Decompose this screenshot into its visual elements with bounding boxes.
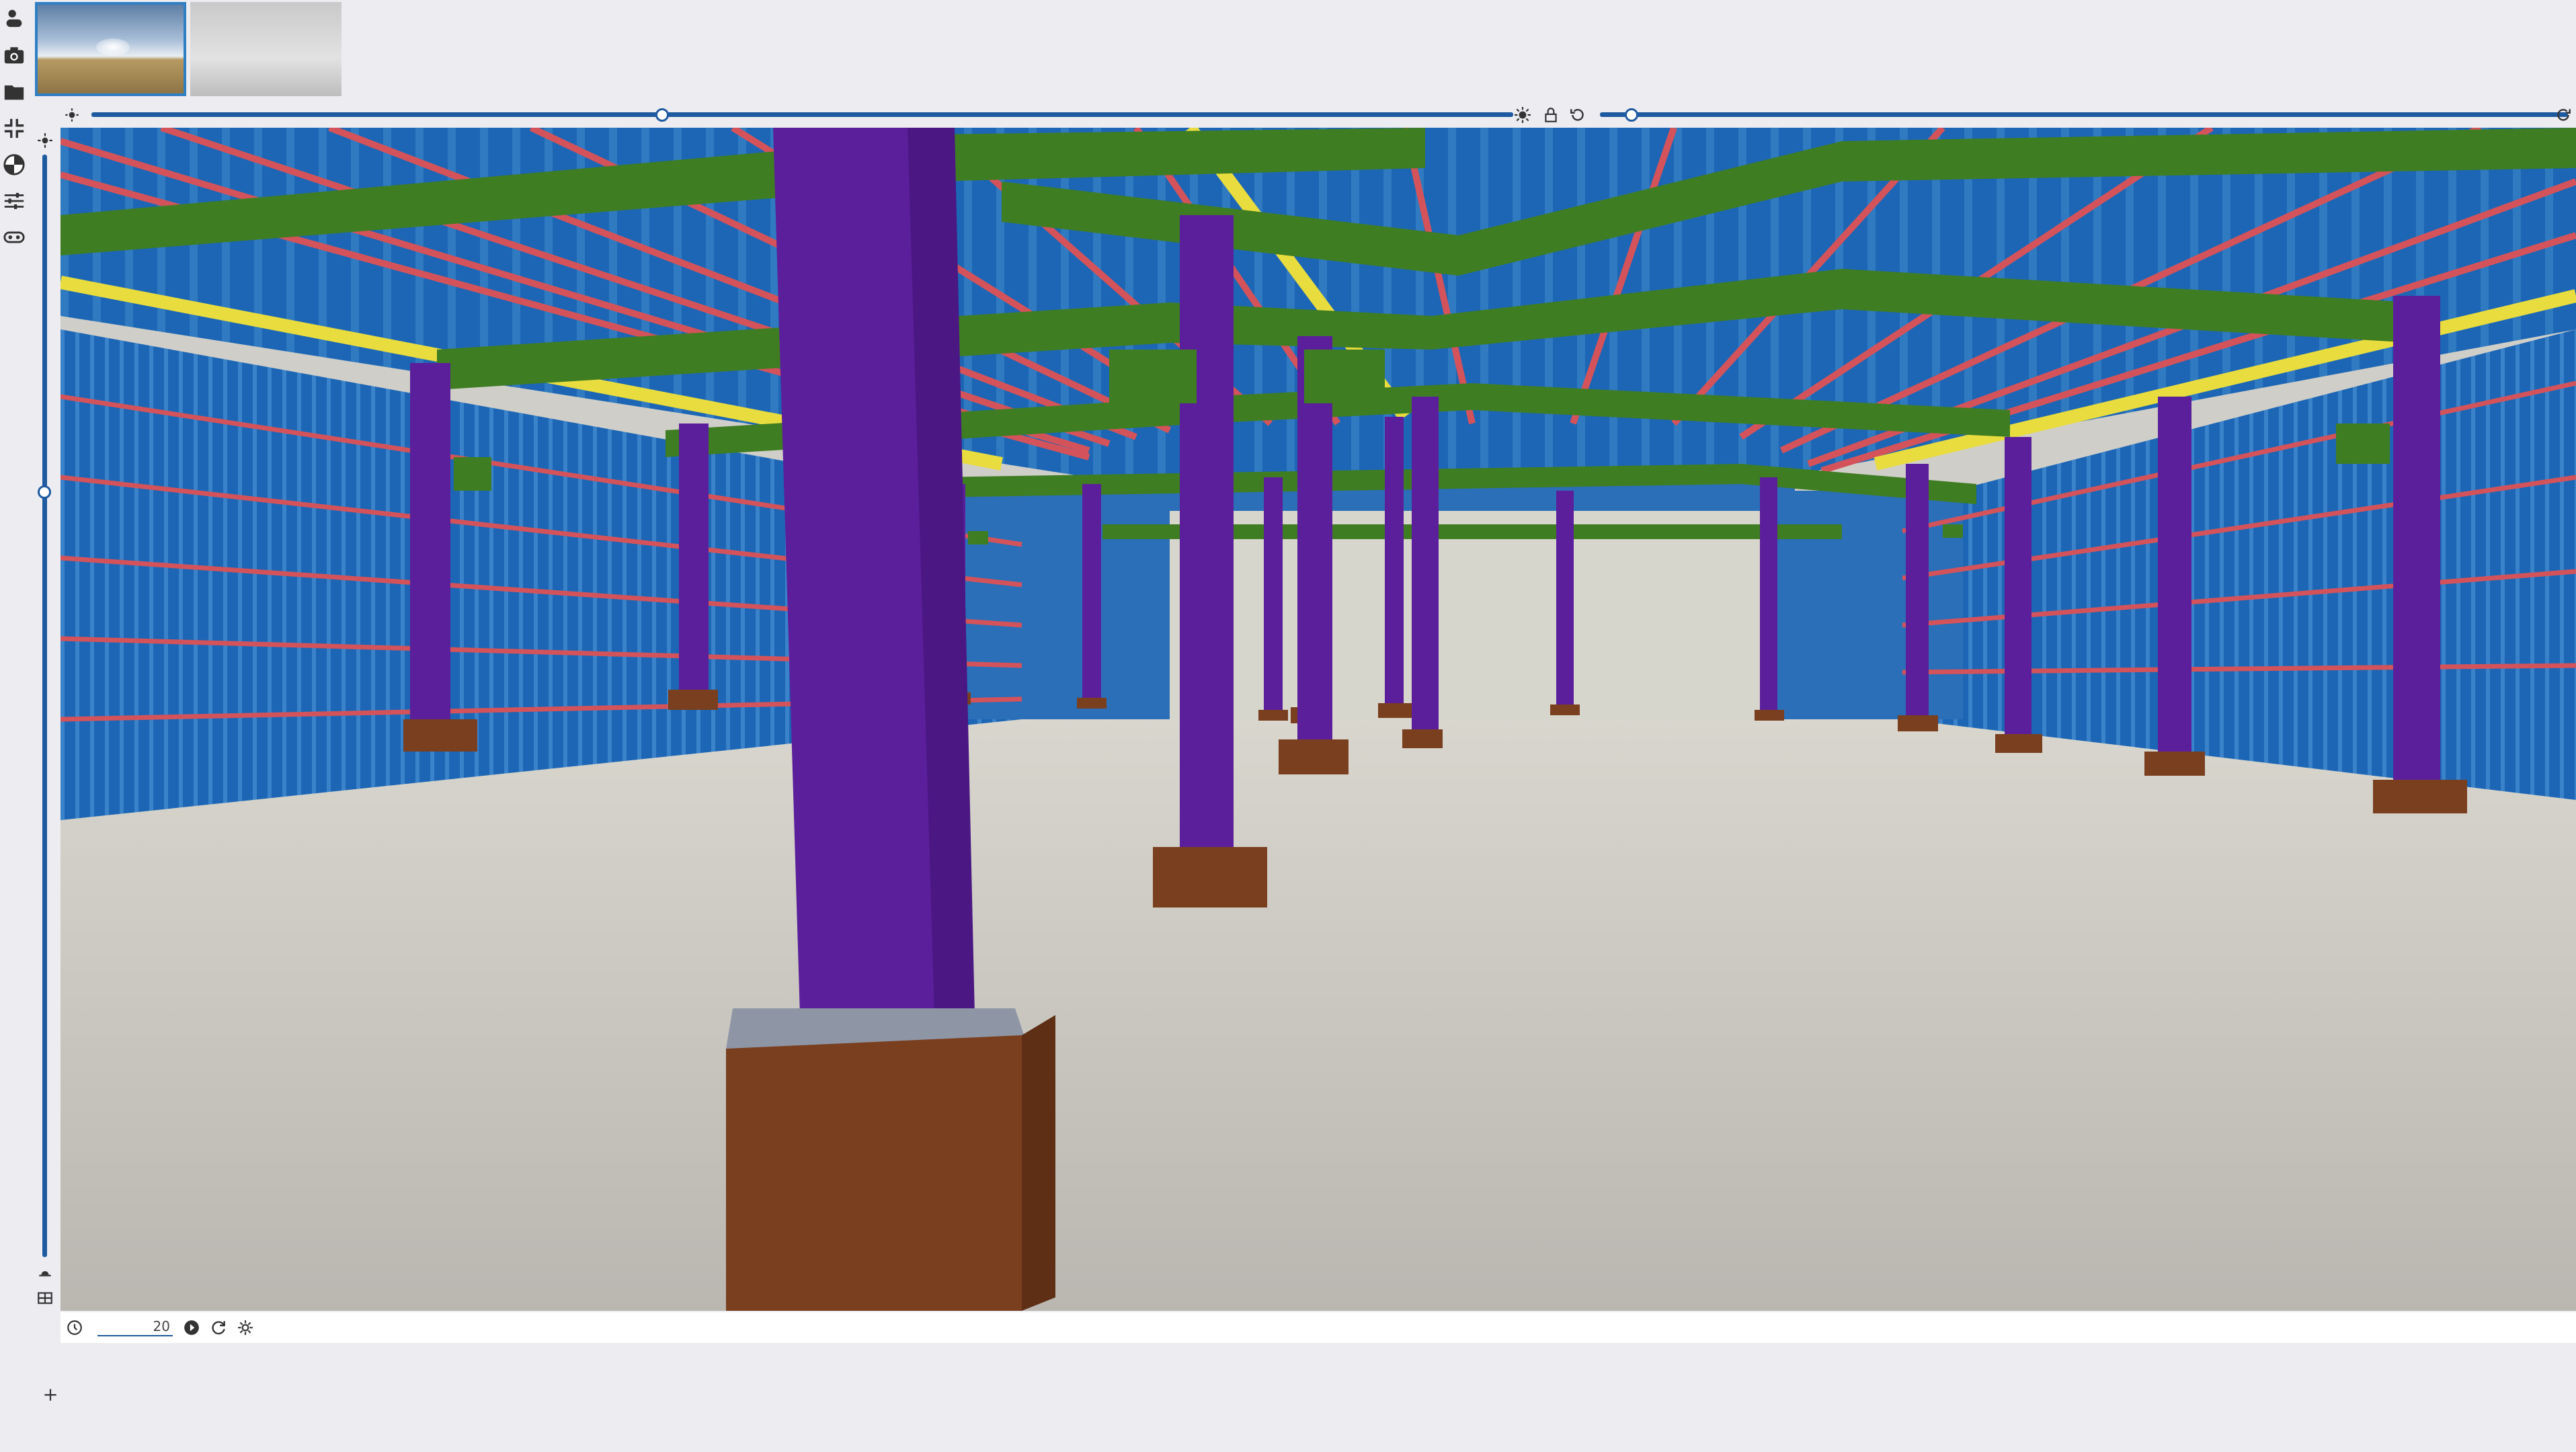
lock-icon[interactable] [1542, 106, 1560, 124]
footing [2373, 780, 2467, 813]
footing [1378, 703, 1412, 718]
environment-thumbnail-fog[interactable] [190, 2, 341, 96]
rotation-slider-knob[interactable] [1625, 108, 1638, 122]
weather-icon [6, 9, 22, 28]
column [679, 424, 709, 692]
footing [1995, 734, 2042, 753]
column [410, 363, 450, 726]
rotation-slider-track[interactable] [1600, 112, 2568, 117]
materials-button[interactable] [0, 149, 28, 180]
footing [1279, 739, 1349, 774]
sun-icon [38, 133, 52, 148]
column [1180, 215, 1234, 854]
frame-input[interactable] [97, 1318, 173, 1336]
material-ball-icon [3, 154, 25, 175]
vertical-slider-track[interactable] [42, 155, 47, 1257]
folder-icon [4, 85, 24, 100]
column [1906, 464, 1929, 719]
vertical-slider-knob[interactable] [38, 485, 51, 499]
footing-near [726, 1035, 1022, 1311]
bottom-panel [0, 1343, 2576, 1452]
collapse-icon [4, 118, 24, 138]
footing [1755, 710, 1784, 721]
footing-near-side [1022, 1015, 1055, 1311]
play-icon[interactable] [183, 1319, 200, 1336]
adjust-button[interactable] [0, 186, 28, 216]
footing [2144, 752, 2205, 776]
clock-icon[interactable] [66, 1319, 83, 1336]
camera-button[interactable] [0, 40, 28, 71]
footing [1898, 715, 1938, 731]
footing [1258, 710, 1288, 721]
footing [1550, 704, 1580, 715]
3d-viewport[interactable] [61, 128, 2576, 1311]
folder-button[interactable] [0, 77, 28, 108]
column [2393, 296, 2440, 787]
column [1412, 397, 1439, 733]
environment-button[interactable] [0, 2, 28, 33]
rotate-left-icon[interactable] [1569, 106, 1586, 124]
add-icon[interactable] [42, 1386, 59, 1404]
vr-button[interactable] [0, 222, 28, 253]
camera-icon [4, 47, 24, 64]
column [1385, 417, 1404, 706]
collapse-button[interactable] [0, 113, 28, 144]
brightness-high-icon [1515, 107, 1531, 123]
brightness-low-icon [65, 108, 79, 122]
refresh-icon[interactable] [210, 1319, 227, 1336]
column [1264, 477, 1283, 713]
column [1556, 491, 1574, 706]
footing [668, 690, 718, 710]
brightness-slider-track[interactable] [91, 112, 1513, 117]
footing [403, 719, 477, 752]
sunset-icon [39, 1271, 51, 1277]
column [2158, 397, 2191, 753]
viewport-scene [61, 128, 2576, 1311]
footing [1077, 698, 1106, 709]
left-toolbar [0, 0, 28, 1452]
column [2005, 437, 2031, 739]
rotate-right-icon[interactable] [2554, 106, 2572, 124]
environment-thumbnail-sky[interactable] [35, 2, 186, 96]
footing [1153, 847, 1267, 908]
view-slider-bar [61, 104, 2576, 126]
vr-headset-icon [3, 231, 25, 243]
timeline-bar [61, 1312, 2576, 1343]
light-icon[interactable] [237, 1319, 254, 1336]
grid-icon[interactable] [36, 1289, 54, 1307]
brightness-slider-knob[interactable] [655, 108, 669, 122]
footing [1402, 729, 1443, 748]
sliders-icon [4, 192, 24, 210]
column [1760, 477, 1777, 713]
column [1082, 484, 1101, 699]
